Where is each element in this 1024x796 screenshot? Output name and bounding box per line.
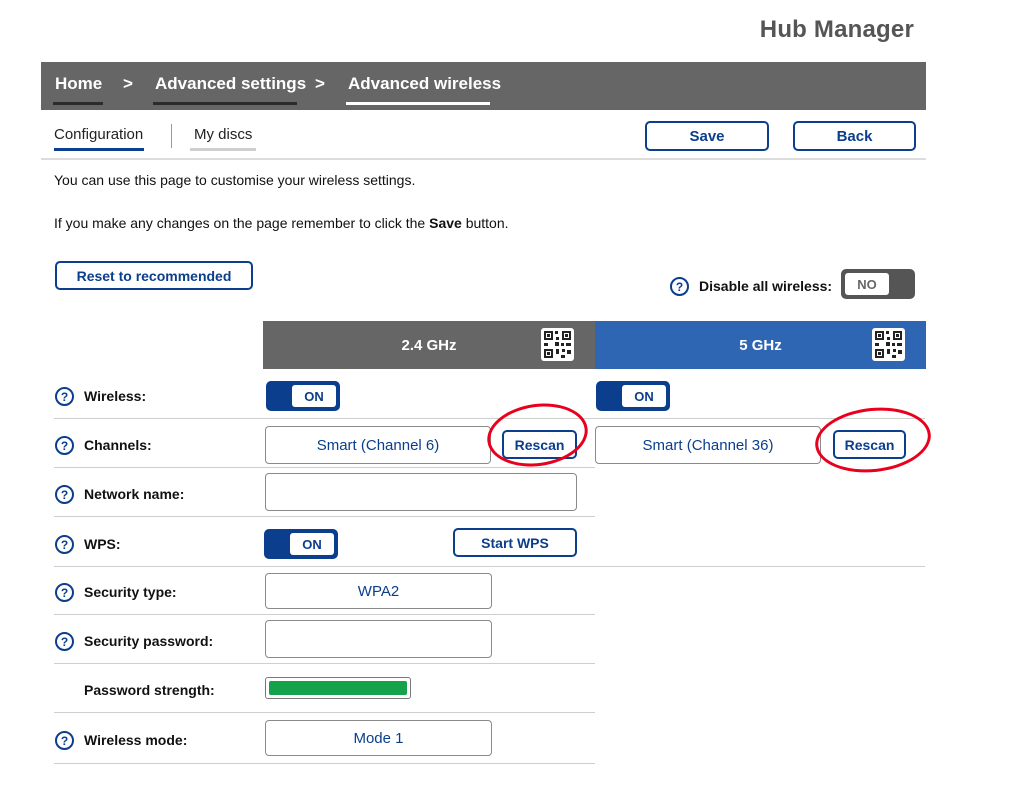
wps-label: WPS: (84, 536, 121, 552)
intro-save-hint-bold: Save (429, 215, 462, 231)
help-circle-icon[interactable]: ? (55, 436, 74, 455)
security-type-select[interactable]: WPA2 (265, 573, 492, 609)
row-divider (54, 614, 595, 615)
channels-label: Channels: (84, 437, 152, 453)
highlight-circle (483, 397, 592, 473)
breadcrumb-separator: > (315, 74, 325, 93)
intro-save-hint: If you make any changes on the page reme… (54, 215, 509, 231)
intro-save-hint-part: button. (461, 215, 509, 231)
help-circle-icon[interactable]: ? (55, 387, 74, 406)
disable-all-wireless-label: Disable all wireless: (699, 278, 833, 294)
password-strength-fill (269, 681, 407, 695)
row-divider (54, 763, 595, 764)
breadcrumb-current-underline (346, 102, 490, 105)
header-divider (41, 158, 926, 160)
wireless-mode-select[interactable]: Mode 1 (265, 720, 492, 756)
reset-to-recommended-button[interactable]: Reset to recommended (55, 261, 253, 290)
intro-text: You can use this page to customise your … (54, 172, 416, 188)
back-button[interactable]: Back (793, 121, 916, 151)
row-divider (54, 712, 595, 713)
row-divider (54, 663, 595, 664)
security-password-input[interactable] (265, 620, 492, 658)
breadcrumb-home-underline (53, 102, 103, 105)
network-name-input[interactable] (265, 473, 577, 511)
wireless-label: Wireless: (84, 388, 147, 404)
network-name-label: Network name: (84, 486, 185, 502)
breadcrumb-current: Advanced wireless (348, 74, 502, 93)
breadcrumb-home[interactable]: Home (55, 74, 102, 94)
wps-toggle[interactable]: ON (264, 529, 338, 559)
row-divider (54, 516, 595, 517)
highlight-circle (811, 402, 935, 478)
help-circle-icon[interactable]: ? (670, 277, 689, 296)
qr-code-icon[interactable] (541, 328, 574, 361)
breadcrumb-separator: > (123, 74, 133, 93)
tab-my-discs-underline (190, 148, 256, 151)
tab-my-discs[interactable]: My discs (194, 126, 252, 143)
breadcrumb-advanced-underline (153, 102, 297, 105)
tab-configuration[interactable]: Configuration (54, 126, 143, 143)
qr-code-icon[interactable] (872, 328, 905, 361)
security-type-label: Security type: (84, 584, 177, 600)
help-circle-icon[interactable]: ? (55, 731, 74, 750)
row-divider (54, 566, 925, 567)
help-circle-icon[interactable]: ? (55, 583, 74, 602)
password-strength-meter (265, 677, 411, 699)
intro-save-hint-part: If you make any changes on the page reme… (54, 215, 430, 231)
help-circle-icon[interactable]: ? (55, 632, 74, 651)
save-button[interactable]: Save (645, 121, 769, 151)
start-wps-button[interactable]: Start WPS (453, 528, 577, 557)
wps-value: ON (290, 533, 334, 555)
help-circle-icon[interactable]: ? (55, 485, 74, 504)
wireless-5ghz-value: ON (622, 385, 666, 407)
wireless-5ghz-toggle[interactable]: ON (596, 381, 670, 411)
channel-5ghz-select[interactable]: Smart (Channel 36) (595, 426, 821, 464)
row-divider (54, 467, 595, 468)
wireless-2-4ghz-value: ON (292, 385, 336, 407)
wireless-mode-label: Wireless mode: (84, 732, 188, 748)
channel-2-4ghz-select[interactable]: Smart (Channel 6) (265, 426, 491, 464)
tab-divider (171, 124, 172, 148)
disable-all-wireless-toggle[interactable]: NO (841, 269, 915, 299)
security-password-label: Security password: (84, 633, 214, 649)
tab-configuration-underline (54, 148, 144, 151)
password-strength-label: Password strength: (84, 682, 215, 698)
disable-all-wireless-value: NO (845, 273, 889, 295)
row-divider (54, 418, 925, 419)
wireless-2-4ghz-toggle[interactable]: ON (266, 381, 340, 411)
breadcrumb-advanced-settings[interactable]: Advanced settings (155, 74, 306, 94)
app-title: Hub Manager (759, 16, 914, 43)
help-circle-icon[interactable]: ? (55, 535, 74, 554)
breadcrumb: Home > Advanced settings > Advanced wire… (41, 62, 926, 110)
